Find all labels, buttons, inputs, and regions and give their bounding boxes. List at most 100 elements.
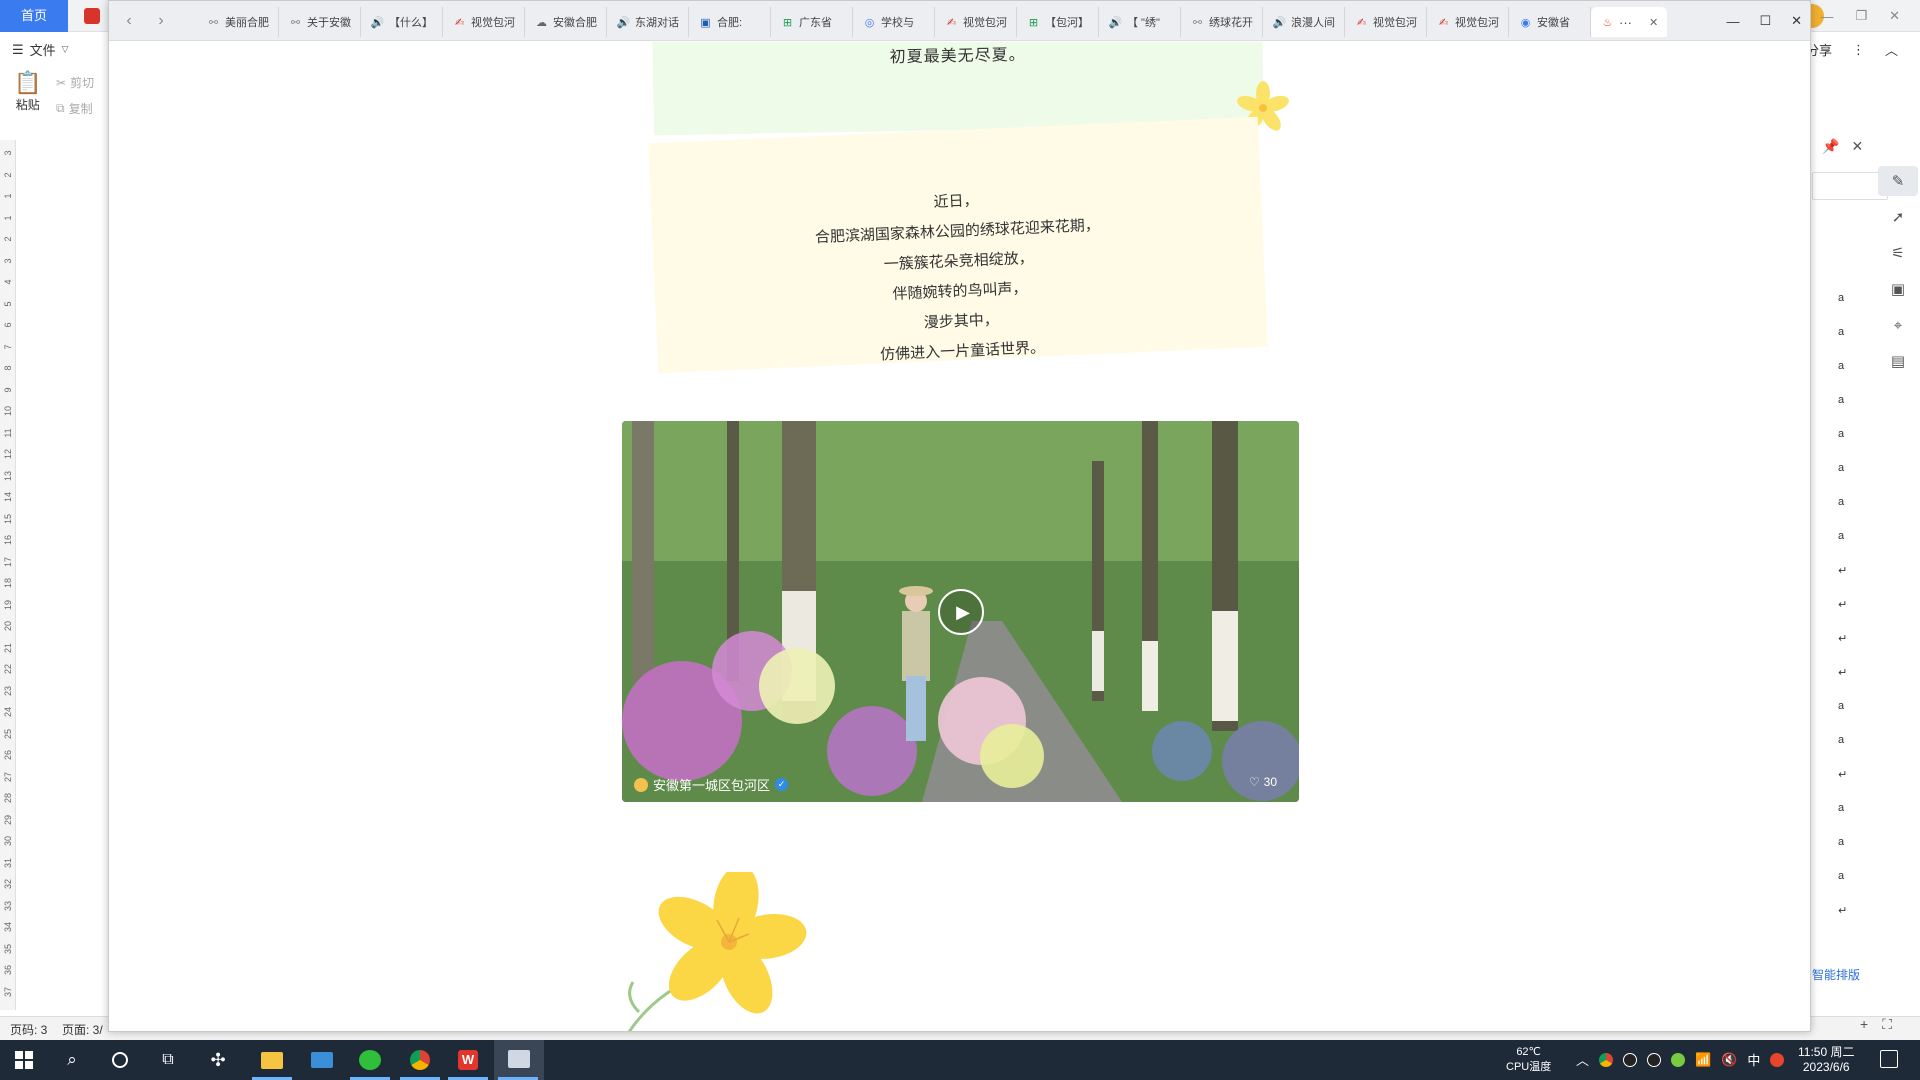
adjust-icon[interactable]: ⚟ bbox=[1878, 238, 1918, 268]
play-button[interactable]: ▶ bbox=[938, 589, 984, 635]
tab-label: 视觉包河 bbox=[1373, 17, 1417, 29]
format-mark: ↵ bbox=[1838, 905, 1848, 917]
pin-icon[interactable]: 📌 bbox=[1822, 138, 1839, 155]
clipboard-icon: 📋 bbox=[14, 70, 42, 95]
browser-tab[interactable]: ⚯ 绣球花开 bbox=[1181, 7, 1263, 37]
format-mark: ↵ bbox=[1838, 667, 1848, 679]
pen-icon[interactable]: ✎ bbox=[1878, 166, 1918, 196]
browser-tab[interactable]: ◉ 安徽省 bbox=[1509, 7, 1591, 37]
tab-label: 安徽合肥 bbox=[553, 17, 597, 29]
doc-icon: ▣ bbox=[700, 16, 711, 29]
minimize-icon[interactable]: — bbox=[1726, 14, 1739, 29]
wps-doc-icon[interactable] bbox=[84, 8, 100, 24]
cut-button[interactable]: ✂ 剪切 bbox=[56, 74, 94, 91]
browser-tab[interactable]: 🔊 【什么】 bbox=[361, 7, 443, 37]
hamburger-icon[interactable]: ☰ bbox=[12, 42, 24, 58]
format-mark: a bbox=[1838, 462, 1845, 474]
cpu-temperature[interactable]: 62℃ CPU温度 bbox=[1506, 1045, 1551, 1075]
close-icon[interactable]: ✕ bbox=[1791, 13, 1802, 29]
fullscreen-icon[interactable]: ⛶ bbox=[1882, 1016, 1892, 1033]
minimize-icon[interactable]: — bbox=[1820, 9, 1833, 24]
browser-tab[interactable]: ⚯ 关于安徽 bbox=[279, 7, 361, 37]
forward-arrow-icon[interactable]: › bbox=[151, 9, 171, 33]
browser-taskbar-item[interactable] bbox=[494, 1040, 544, 1080]
browser-tab[interactable]: ✍ 视觉包河 bbox=[1427, 7, 1509, 37]
tray-chrome-icon[interactable] bbox=[1599, 1052, 1614, 1067]
close-icon[interactable]: ✕ bbox=[1889, 8, 1900, 24]
browser-tab[interactable]: ◎ 学校与 bbox=[853, 7, 935, 37]
wps-home-tab[interactable]: 首页 bbox=[0, 0, 68, 32]
like-count: 30 bbox=[1263, 775, 1277, 789]
notification-icon[interactable] bbox=[1880, 1050, 1898, 1068]
link-icon: ⚯ bbox=[1192, 16, 1203, 29]
style-select[interactable] bbox=[1812, 172, 1888, 200]
chevron-down-icon[interactable]: ▽ bbox=[62, 44, 69, 55]
tab-label: 美丽合肥 bbox=[225, 17, 269, 29]
cpu-temp-value: 62℃ bbox=[1516, 1046, 1541, 1058]
browser-tab[interactable]: ▣ 合肥: bbox=[689, 7, 771, 37]
ime-indicator[interactable]: 中 bbox=[1747, 1050, 1760, 1069]
paste-button[interactable]: 📋 粘贴 bbox=[14, 72, 41, 113]
network-icon[interactable]: 📶 bbox=[1695, 1052, 1711, 1068]
browser-tab[interactable]: ✍ 视觉包河 bbox=[935, 7, 1017, 37]
zoom-in-icon[interactable]: + bbox=[1860, 1016, 1868, 1033]
clock[interactable]: 11:50 周二 2023/6/6 bbox=[1798, 1045, 1854, 1075]
browser-window-controls: — ☐ ✕ bbox=[1726, 1, 1802, 41]
sogou-ime-icon[interactable] bbox=[1770, 1052, 1785, 1067]
ruler-number: 25 bbox=[3, 728, 13, 739]
panel-close-icon[interactable]: ✕ bbox=[1851, 138, 1863, 155]
verified-icon: ✓ bbox=[775, 778, 789, 791]
speaker-icon: 🔊 bbox=[370, 16, 385, 29]
video-source[interactable]: 安徽第一城区包河区 ✓ bbox=[634, 775, 789, 794]
back-arrow-icon[interactable]: ‹ bbox=[119, 9, 139, 33]
sheet-icon: ⊞ bbox=[1028, 16, 1039, 29]
browser-tab[interactable]: ☁ 安徽合肥 bbox=[525, 7, 607, 37]
restore-icon[interactable]: ❐ bbox=[1855, 8, 1867, 24]
browser-tab[interactable]: ⊞ 【包河】 bbox=[1017, 7, 1099, 37]
wps-icon: ✍ bbox=[946, 16, 957, 29]
like-button[interactable]: ♡ 30 bbox=[1249, 775, 1277, 789]
browser-tab[interactable]: ⚯ 美丽合肥 bbox=[197, 7, 279, 37]
maximize-icon[interactable]: ☐ bbox=[1759, 13, 1771, 29]
browser-tab[interactable]: ✍ 视觉包河 bbox=[1345, 7, 1427, 37]
volume-muted-icon[interactable]: 🔇 bbox=[1721, 1052, 1737, 1068]
browser-tab[interactable]: ✍ 视觉包河 bbox=[443, 7, 525, 37]
wechat-icon[interactable] bbox=[358, 1048, 382, 1072]
tray-expand-icon[interactable]: ︿ bbox=[1576, 1050, 1589, 1069]
tray-qq-icon[interactable] bbox=[1623, 1052, 1638, 1067]
more-icon[interactable]: ⋮ bbox=[1852, 42, 1865, 58]
tray-app-icon[interactable] bbox=[1671, 1052, 1686, 1067]
collapse-ribbon-icon[interactable]: ︿ bbox=[1885, 40, 1898, 59]
browser-tab[interactable]: 🔊 浪漫人间 bbox=[1263, 7, 1345, 37]
book-icon[interactable]: ▤ bbox=[1878, 346, 1918, 376]
search-icon[interactable]: ⌕ bbox=[60, 1048, 84, 1072]
cursor-icon[interactable]: ➚ bbox=[1878, 202, 1918, 232]
location-icon[interactable]: ⌖ bbox=[1878, 310, 1918, 340]
tray-qq-icon[interactable] bbox=[1647, 1052, 1662, 1067]
tab-label: 学校与 bbox=[881, 17, 914, 29]
tab-label: 浪漫人间 bbox=[1291, 17, 1335, 29]
windows-start-icon[interactable] bbox=[12, 1048, 36, 1072]
active-browser-tab[interactable]: ♨ ··· ✕ bbox=[1591, 7, 1667, 37]
browser-tab[interactable]: ⊞ 广东省 bbox=[771, 7, 853, 37]
file-explorer-icon[interactable] bbox=[260, 1048, 284, 1072]
panel-header: 📌 ✕ bbox=[1822, 138, 1863, 155]
browser-tab[interactable]: 🔊 【 "绣" bbox=[1099, 7, 1181, 37]
video-player[interactable]: ▶ 安徽第一城区包河区 ✓ ♡ 30 bbox=[622, 421, 1299, 802]
image-icon[interactable]: ▣ bbox=[1878, 274, 1918, 304]
chrome-icon[interactable] bbox=[408, 1048, 432, 1072]
task-view-icon[interactable]: ⧉ bbox=[156, 1048, 180, 1072]
pinwheel-app-icon[interactable]: ✣ bbox=[206, 1048, 230, 1072]
format-mark: a bbox=[1838, 802, 1845, 814]
smart-layout-link[interactable]: 智能排版 bbox=[1812, 966, 1860, 983]
cloud-icon: ☁ bbox=[536, 16, 547, 29]
cortana-icon[interactable] bbox=[108, 1048, 132, 1072]
ruler-number: 13 bbox=[3, 470, 13, 481]
mail-icon[interactable] bbox=[310, 1048, 334, 1072]
ruler-number: 11 bbox=[3, 427, 13, 438]
browser-tab[interactable]: 🔊 东湖对话 bbox=[607, 7, 689, 37]
copy-button[interactable]: ⧉ 复制 bbox=[56, 100, 93, 117]
wps-taskbar-icon[interactable]: W bbox=[456, 1048, 480, 1072]
tab-close-icon[interactable]: ✕ bbox=[1649, 16, 1658, 29]
file-menu[interactable]: 文件 bbox=[30, 40, 56, 59]
